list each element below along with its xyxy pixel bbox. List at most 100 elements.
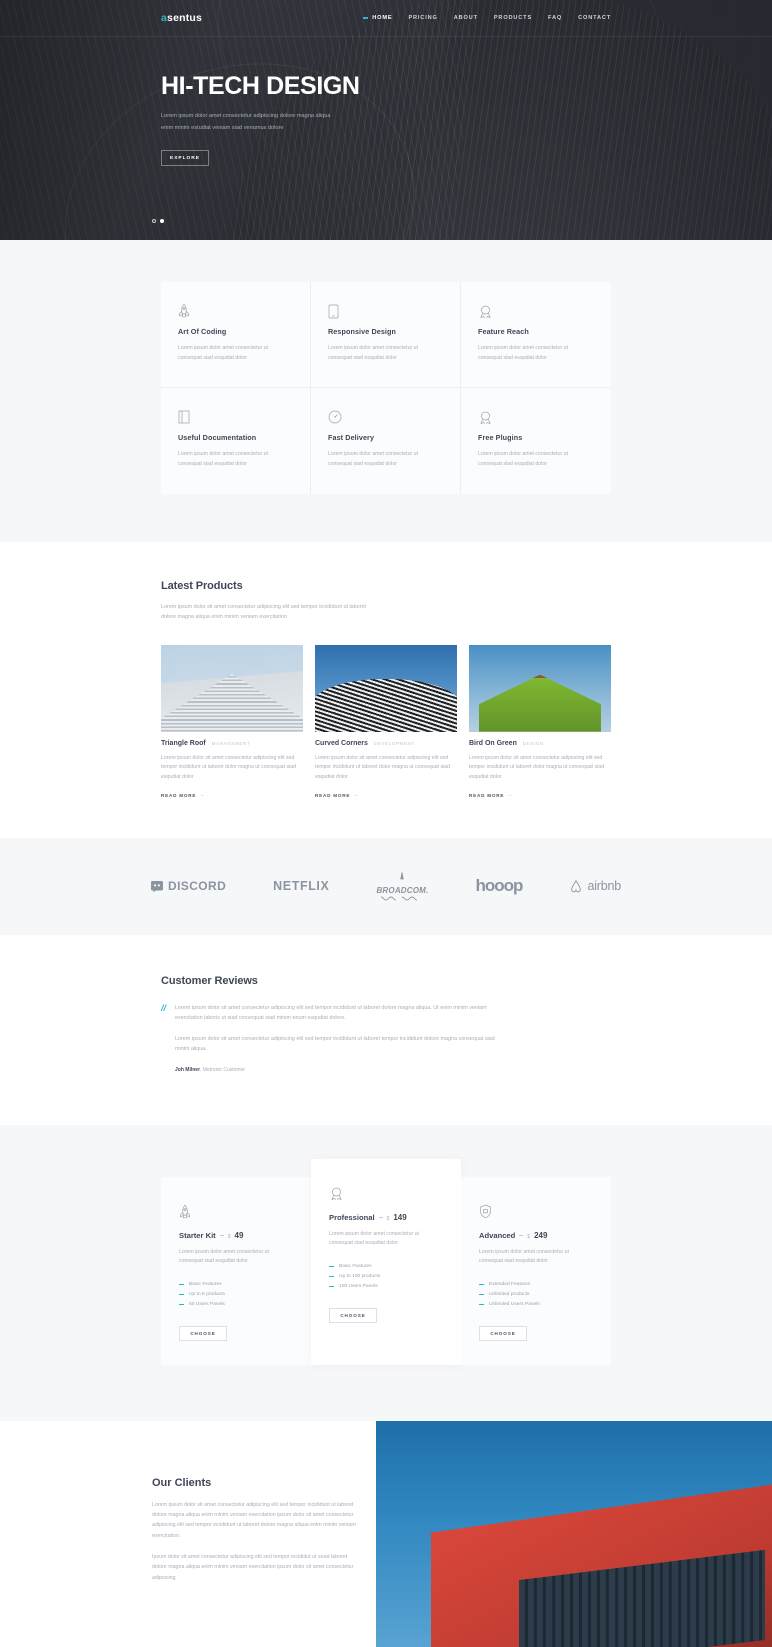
bullet-dash-icon xyxy=(479,1283,484,1285)
bullet-dash-icon xyxy=(329,1265,334,1267)
product-card-bird-on-green[interactable]: Bird On Green DESIGN Lorem ipsum dolor s… xyxy=(469,644,611,802)
plan-currency: $ xyxy=(527,1233,531,1240)
plan-feature-label: Unlimited Users Panels xyxy=(489,1302,540,1308)
slider-dot-2[interactable] xyxy=(160,219,164,223)
curved-corners-photo[interactable] xyxy=(315,644,457,732)
pricing-section: Starter Kit $ 49 Lorem ipsum dolor amet … xyxy=(0,1124,772,1421)
logo-text: sentus xyxy=(167,12,203,24)
feature-card-fast-delivery: Fast Delivery Lorem ipsum dolor amet con… xyxy=(311,388,461,494)
feature-description: Lorem ipsum dolor amet consectetur ut co… xyxy=(328,451,418,467)
plan-dash-icon xyxy=(519,1234,524,1236)
award-icon xyxy=(329,1185,443,1203)
pricing-card-professional: Professional $ 149 Lorem ipsum dolor ame… xyxy=(311,1158,461,1365)
award-icon xyxy=(478,408,594,426)
clients-paragraph-1: Lorem ipsum dolor sit amet consectetur a… xyxy=(152,1501,356,1539)
plan-feature-list: Extended Features Unlimited products Unl… xyxy=(479,1279,593,1310)
broadcom-icon xyxy=(392,872,412,886)
brand-discord: DISCORD xyxy=(151,879,226,893)
plan-feature: Extended Features xyxy=(479,1279,593,1289)
nav-item-pricing[interactable]: PRICING xyxy=(408,15,437,21)
slider-dot-1[interactable] xyxy=(152,219,156,223)
feature-card-useful-documentation: Useful Documentation Lorem ipsum dolor a… xyxy=(161,388,311,494)
hero-title: HI-TECH DESIGN xyxy=(161,72,360,100)
nav-item-products[interactable]: PRODUCTS xyxy=(494,15,532,21)
bird-on-green-photo[interactable] xyxy=(469,644,611,732)
plan-price: 249 xyxy=(534,1230,548,1240)
nav-item-faq[interactable]: FAQ xyxy=(548,15,562,21)
products-title: Latest Products xyxy=(161,579,243,592)
plan-dash-icon xyxy=(219,1234,224,1236)
explore-button[interactable]: EXPLORE xyxy=(161,150,209,167)
hero-subtitle: Lorem ipsum dolor amet consectetur adipi… xyxy=(161,113,331,131)
feature-card-free-plugins: Free Plugins Lorem ipsum dolor amet cons… xyxy=(461,388,611,493)
plan-feature-label: Extended Features xyxy=(489,1281,531,1287)
choose-button[interactable]: CHOOSE xyxy=(179,1325,227,1341)
feature-title: Responsive Design xyxy=(328,327,397,336)
feature-description: Lorem ipsum dolor amet consectetur ut co… xyxy=(478,345,568,361)
building-windows-decoration xyxy=(542,1570,757,1647)
choose-button[interactable]: CHOOSE xyxy=(479,1325,527,1341)
plan-description: Lorem ipsum dolor amet consectetur ut co… xyxy=(179,1248,269,1265)
nav-item-about[interactable]: ABOUT xyxy=(454,15,478,21)
review-paragraph-2: Lorem ipsum dolor sit amet consectetur a… xyxy=(175,1035,495,1053)
plan-dash-icon xyxy=(378,1216,383,1218)
brand-name: BROADCOM. xyxy=(376,885,429,895)
choose-button[interactable]: CHOOSE xyxy=(329,1307,377,1323)
bullet-dash-icon xyxy=(179,1293,184,1295)
plan-feature-list: Basic Features Up to 5 products 50 Users… xyxy=(179,1279,293,1310)
red-building-photo xyxy=(376,1420,772,1647)
read-more-link[interactable]: READ MORE → xyxy=(161,792,205,798)
site-logo[interactable]: asentus xyxy=(161,12,202,24)
review-author: Joh Milner, Metronic Customer xyxy=(175,1067,505,1073)
rocket-icon xyxy=(179,1203,293,1221)
product-name: Triangle Roof xyxy=(161,739,206,747)
shield-icon xyxy=(479,1203,593,1221)
product-category: DESIGN xyxy=(522,740,544,746)
products-subtitle: Lorem ipsum dolor sit amet consectetur a… xyxy=(161,603,366,621)
feature-description: Lorem ipsum dolor amet consectetur ut co… xyxy=(178,451,268,467)
pricing-grid: Starter Kit $ 49 Lorem ipsum dolor amet … xyxy=(161,1158,611,1365)
brand-logos-row: DISCORD NETFLIX BROADCOM. hooop airbnb xyxy=(151,872,621,901)
feature-card-responsive-design: Responsive Design Lorem ipsum dolor amet… xyxy=(311,282,461,389)
arrow-right-icon: → xyxy=(199,792,206,799)
nav-item-home[interactable]: HOME xyxy=(363,15,392,21)
speedometer-icon xyxy=(328,408,443,426)
read-more-link[interactable]: READ MORE → xyxy=(469,792,513,798)
plan-feature-label: Basic Features xyxy=(189,1281,222,1287)
read-more-link[interactable]: READ MORE → xyxy=(315,792,359,798)
review-author-name: Joh Milner xyxy=(175,1066,201,1073)
product-card-curved-corners[interactable]: Curved Corners DEVELOPMENT Lorem ipsum d… xyxy=(315,644,457,802)
read-more-label: READ MORE xyxy=(161,792,197,798)
feature-title: Art Of Coding xyxy=(178,327,227,336)
feature-description: Lorem ipsum dolor amet consectetur ut co… xyxy=(328,345,418,361)
review-item: // Lorem ipsum dolor sit amet consectetu… xyxy=(161,1003,611,1073)
bullet-dash-icon xyxy=(329,1275,334,1277)
plan-feature: Basic Features xyxy=(179,1279,293,1289)
product-description: Lorem ipsum dolor sit amet consectetur a… xyxy=(161,754,296,781)
product-category: DEVELOPMENT xyxy=(373,740,415,746)
discord-icon xyxy=(151,880,164,893)
nav-item-label: HOME xyxy=(372,15,393,21)
pricing-card-starter-kit: Starter Kit $ 49 Lorem ipsum dolor amet … xyxy=(161,1176,311,1365)
plan-feature-label: Up to 5 products xyxy=(189,1291,225,1297)
product-category: MANAGEMENT xyxy=(211,740,251,746)
bullet-dash-icon xyxy=(329,1285,334,1288)
brand-airbnb: airbnb xyxy=(569,879,621,893)
product-card-triangle-roof[interactable]: Triangle Roof MANAGEMENT Lorem ipsum dol… xyxy=(161,644,303,802)
arrow-right-icon: → xyxy=(353,792,360,799)
pricing-card-advanced: Advanced $ 249 Lorem ipsum dolor amet co… xyxy=(461,1176,611,1365)
book-icon xyxy=(178,408,293,426)
tablet-icon xyxy=(328,302,443,320)
plan-name: Advanced xyxy=(479,1230,516,1240)
plan-description: Lorem ipsum dolor amet consectetur ut co… xyxy=(329,1230,419,1247)
triangle-roof-photo[interactable] xyxy=(161,644,303,732)
clients-title: Our Clients xyxy=(152,1476,212,1489)
plan-description: Lorem ipsum dolor amet consectetur ut co… xyxy=(479,1248,569,1265)
bullet-dash-icon xyxy=(479,1303,484,1306)
nav-item-contact[interactable]: CONTACT xyxy=(578,15,611,21)
brand-logos-section: DISCORD NETFLIX BROADCOM. hooop airbnb xyxy=(0,837,772,935)
plan-currency: $ xyxy=(386,1215,390,1222)
read-more-label: READ MORE xyxy=(315,792,351,798)
feature-description: Lorem ipsum dolor amet consectetur ut co… xyxy=(478,451,568,467)
our-clients-section: Our Clients Lorem ipsum dolor sit amet c… xyxy=(0,1420,772,1647)
